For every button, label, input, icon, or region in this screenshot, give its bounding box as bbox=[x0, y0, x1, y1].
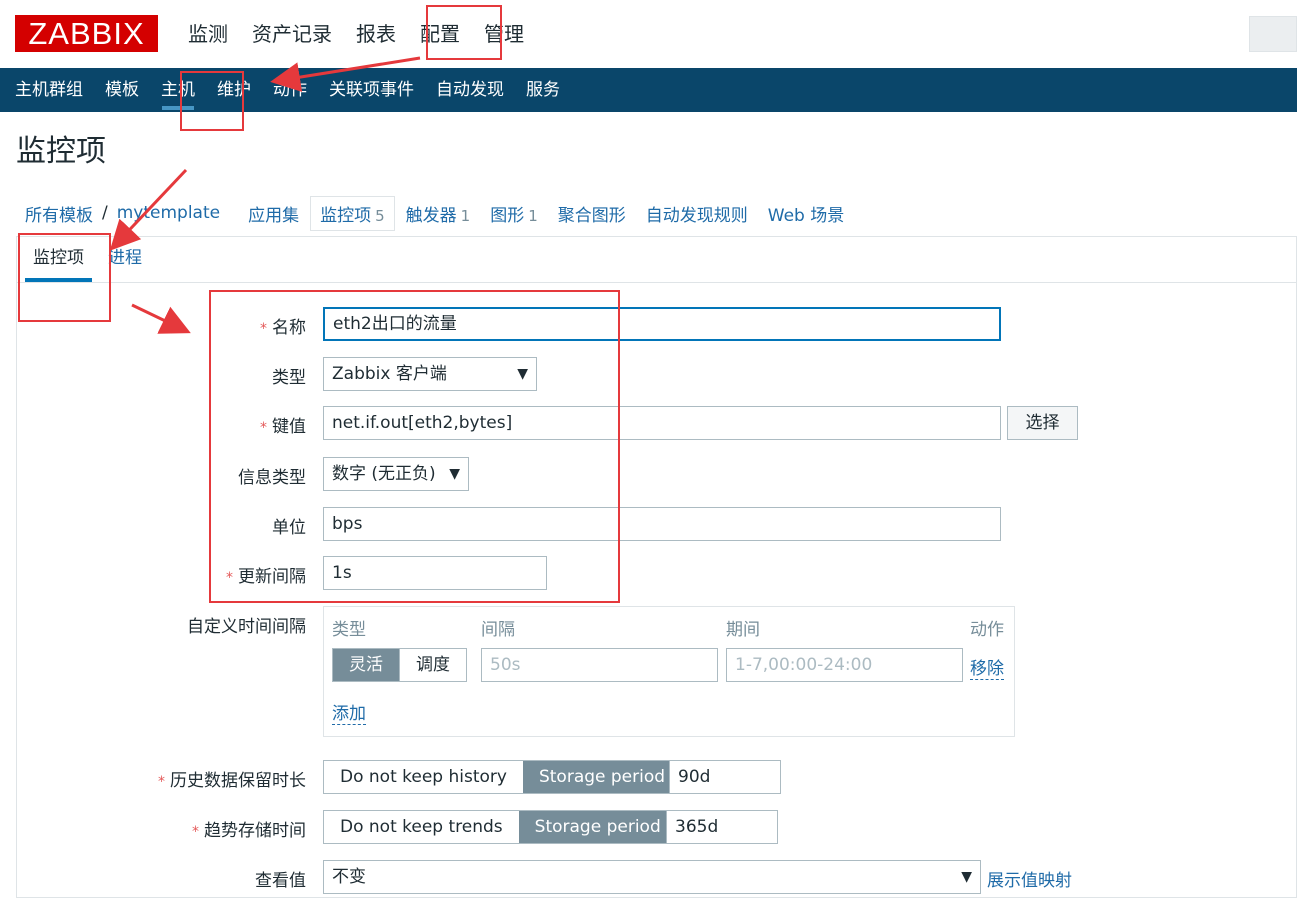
sub-nav-discovery[interactable]: 自动发现 bbox=[425, 68, 515, 112]
trends-label-text: 趋势存储时间 bbox=[204, 821, 306, 841]
top-menu-monitoring[interactable]: 监测 bbox=[176, 0, 240, 68]
flexible-option[interactable]: 灵活 bbox=[333, 649, 399, 681]
custom-intervals-table: 类型 间隔 期间 动作 灵活 调度 50s 1-7,00:00-24:00 移除… bbox=[323, 606, 1015, 737]
scheduling-option[interactable]: 调度 bbox=[399, 649, 466, 681]
breadcrumb-items[interactable]: 监控项 5 bbox=[310, 195, 395, 231]
history-period-input[interactable]: 90d bbox=[669, 760, 781, 794]
breadcrumb-all-templates[interactable]: 所有模板 bbox=[16, 201, 102, 226]
form-tabs: 监控项 进程 bbox=[17, 237, 1296, 283]
history-label: * 历史数据保留时长 bbox=[158, 766, 306, 791]
do-not-keep-history-option[interactable]: Do not keep history bbox=[324, 761, 523, 793]
value-mapping-link[interactable]: 展示值映射 bbox=[987, 866, 1072, 891]
sub-nav-host-groups[interactable]: 主机群组 bbox=[4, 68, 94, 112]
breadcrumb-applications[interactable]: 应用集 bbox=[239, 201, 308, 226]
sub-nav-templates[interactable]: 模板 bbox=[94, 68, 150, 112]
breadcrumb-graphs[interactable]: 图形 1 bbox=[481, 201, 547, 226]
custom-intervals-label: 自定义时间间隔 bbox=[187, 617, 306, 637]
breadcrumb-items-count: 5 bbox=[375, 206, 385, 225]
page-title: 监控项 bbox=[16, 134, 106, 169]
intervals-header-action: 动作 bbox=[970, 620, 1004, 640]
breadcrumb-template[interactable]: mytemplate bbox=[108, 203, 229, 223]
period-input[interactable]: 1-7,00:00-24:00 bbox=[726, 648, 963, 682]
select-key-button[interactable]: 选择 bbox=[1007, 406, 1078, 440]
history-label-text: 历史数据保留时长 bbox=[170, 771, 306, 791]
intervals-header-period: 期间 bbox=[726, 620, 760, 640]
add-interval-link[interactable]: 添加 bbox=[332, 699, 366, 725]
breadcrumb-graphs-label: 图形 bbox=[490, 205, 525, 226]
intervals-header-type: 类型 bbox=[332, 620, 366, 640]
top-menu-inventory[interactable]: 资产记录 bbox=[240, 0, 344, 68]
trends-mode-toggle: Do not keep trends Storage period bbox=[323, 810, 678, 844]
trends-label: * 趋势存储时间 bbox=[192, 816, 306, 841]
annotation-box-form bbox=[209, 290, 620, 603]
breadcrumb-discovery-rules[interactable]: 自动发现规则 bbox=[637, 201, 757, 226]
sub-nav-event-correlation[interactable]: 关联项事件 bbox=[318, 68, 425, 112]
trends-storage-period-option[interactable]: Storage period bbox=[518, 811, 677, 843]
zabbix-logo[interactable]: ZABBIX bbox=[15, 15, 158, 52]
intervals-header-interval: 间隔 bbox=[481, 620, 515, 640]
breadcrumb-triggers-count: 1 bbox=[460, 206, 471, 225]
annotation-box-hosts bbox=[180, 71, 244, 131]
add-interval-text: 添加 bbox=[332, 704, 366, 725]
breadcrumb: 所有模板 / mytemplate 应用集 监控项 5 触发器 1 图形 1 聚合图形… bbox=[16, 190, 1297, 236]
required-mark: * bbox=[192, 824, 199, 840]
breadcrumb-triggers-label: 触发器 bbox=[405, 205, 457, 226]
chevron-down-icon: ▼ bbox=[961, 869, 972, 885]
remove-interval-text: 移除 bbox=[970, 659, 1004, 680]
history-mode-toggle: Do not keep history Storage period bbox=[323, 760, 683, 794]
breadcrumb-items-label: 监控项 bbox=[320, 205, 372, 226]
do-not-keep-trends-option[interactable]: Do not keep trends bbox=[324, 811, 519, 843]
top-menu-reports[interactable]: 报表 bbox=[344, 0, 408, 68]
sub-nav-actions[interactable]: 动作 bbox=[262, 68, 318, 112]
search-box[interactable] bbox=[1249, 16, 1297, 52]
breadcrumb-triggers[interactable]: 触发器 1 bbox=[397, 201, 480, 226]
annotation-box-items-tab bbox=[18, 233, 111, 322]
breadcrumb-screens[interactable]: 聚合图形 bbox=[549, 201, 635, 226]
breadcrumb-graphs-count: 1 bbox=[528, 206, 538, 225]
show-value-label: 查看值 bbox=[255, 871, 306, 891]
show-value-select-value: 不变 bbox=[332, 867, 366, 887]
interval-input[interactable]: 50s bbox=[481, 648, 718, 682]
required-mark: * bbox=[158, 774, 165, 790]
history-storage-period-option[interactable]: Storage period bbox=[522, 761, 682, 793]
sub-nav-services[interactable]: 服务 bbox=[515, 68, 571, 112]
trends-period-input[interactable]: 365d bbox=[666, 810, 778, 844]
remove-interval-link[interactable]: 移除 bbox=[970, 654, 1004, 680]
annotation-box-config bbox=[426, 5, 502, 60]
breadcrumb-web-scenarios[interactable]: Web 场景 bbox=[759, 201, 853, 226]
show-value-select[interactable]: 不变 ▼ bbox=[323, 860, 981, 894]
top-bar: ZABBIX 监测 资产记录 报表 配置 管理 bbox=[0, 0, 1297, 68]
interval-type-toggle: 灵活 调度 bbox=[332, 648, 467, 682]
